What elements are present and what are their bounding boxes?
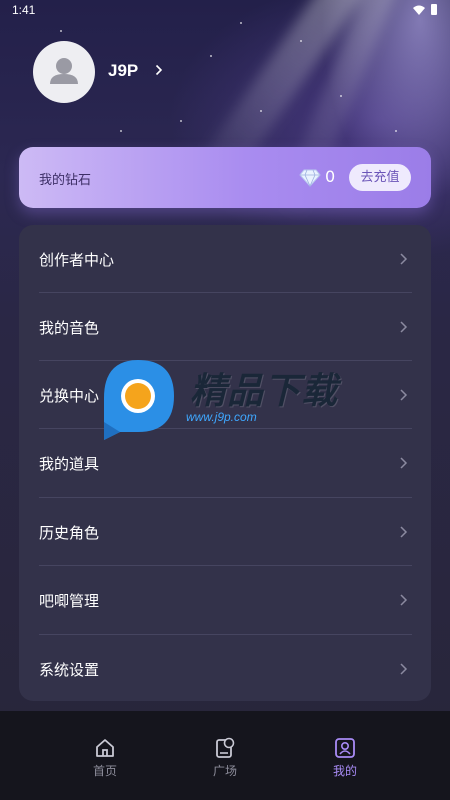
menu-item-label: 历史角色 (39, 524, 100, 542)
diamond-card: 我的钻石 0 去充值 (19, 147, 431, 208)
chevron-right-icon[interactable] (155, 64, 163, 76)
watermark-url: www.j9p.com (186, 410, 257, 424)
star (180, 120, 182, 122)
avatar[interactable] (33, 41, 95, 103)
diamond-label: 我的钻石 (39, 173, 92, 188)
chevron-right-icon (400, 457, 408, 469)
menu-item-history-roles[interactable]: 历史角色 (19, 498, 431, 566)
home-icon (96, 739, 114, 757)
chevron-right-icon (400, 321, 408, 333)
star (260, 110, 262, 112)
tab-plaza[interactable]: 广场 (185, 711, 265, 800)
menu-item-badge-management[interactable]: 吧唧管理 (19, 566, 431, 634)
star (300, 40, 302, 42)
star (340, 95, 342, 97)
menu-list: 创作者中心 我的音色 兑换中心 我的道具 历史角色 吧唧管理 系统设置 (19, 225, 431, 701)
menu-item-my-voice[interactable]: 我的音色 (19, 293, 431, 361)
recharge-button[interactable]: 去充值 (349, 164, 411, 191)
status-bar: 1:41 (0, 0, 450, 22)
wifi-icon (413, 5, 425, 15)
watermark-title: 精品下载 (190, 371, 339, 412)
star (240, 22, 242, 24)
chevron-right-icon (400, 389, 408, 401)
profile-icon (335, 738, 355, 758)
battery-icon (431, 4, 437, 15)
status-time: 1:41 (12, 3, 36, 17)
plaza-icon (216, 737, 235, 758)
tab-label: 广场 (212, 764, 237, 778)
chevron-right-icon (400, 594, 408, 606)
diamond-count: 0 (325, 167, 336, 186)
menu-item-system-settings[interactable]: 系统设置 (19, 635, 431, 703)
menu-item-label: 我的音色 (39, 319, 100, 337)
user-silhouette-icon (50, 58, 78, 84)
tab-label: 我的 (332, 764, 357, 778)
star (60, 30, 62, 32)
tab-home[interactable]: 首页 (65, 711, 145, 800)
menu-item-label: 我的道具 (39, 455, 100, 473)
star (395, 130, 397, 132)
username[interactable]: J9P (108, 61, 138, 81)
tab-mine[interactable]: 我的 (305, 711, 385, 800)
tab-label: 首页 (92, 764, 117, 778)
menu-item-label: 兑换中心 (39, 387, 100, 405)
bottom-nav: 首页 广场 我的 (0, 711, 450, 800)
watermark: 精品下载 www.j9p.com (98, 358, 368, 442)
menu-item-label: 系统设置 (39, 661, 100, 679)
watermark-logo-icon (104, 360, 174, 440)
star (210, 55, 212, 57)
menu-item-creator-center[interactable]: 创作者中心 (19, 225, 431, 293)
chevron-right-icon (400, 526, 408, 538)
menu-item-label: 吧唧管理 (39, 592, 100, 610)
chevron-right-icon (400, 253, 408, 265)
chevron-right-icon (400, 663, 408, 675)
star (120, 130, 122, 132)
diamond-icon (299, 169, 321, 187)
menu-item-label: 创作者中心 (39, 251, 115, 269)
